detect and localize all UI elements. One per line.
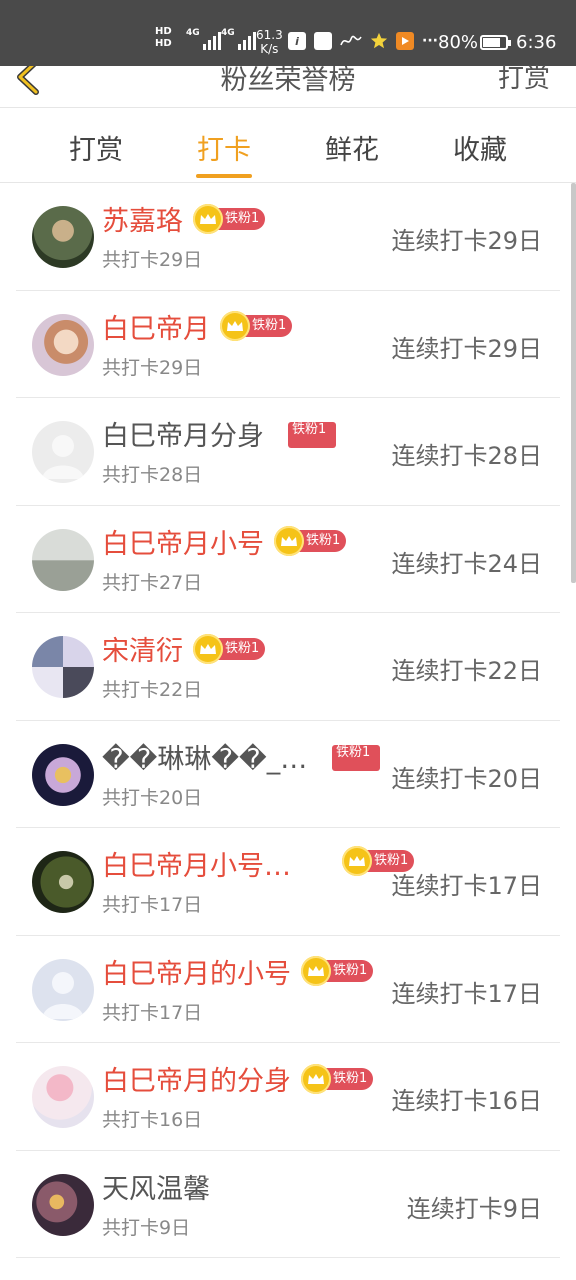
fan-name: 白巳帝月分身	[102, 421, 264, 452]
network-type-2: 4G	[221, 28, 235, 38]
streak-days: 连续打卡22日	[391, 657, 542, 685]
battery-percent: 80%	[438, 32, 479, 53]
list-item[interactable]: 白巳帝月小号… 铁粉1 共打卡17日 连续打卡17日	[16, 828, 560, 936]
avatar[interactable]	[32, 743, 94, 806]
list-item[interactable]: 宋清衍 铁粉1 共打卡22日 连续打卡22日	[16, 613, 560, 721]
streak-days: 连续打卡9日	[406, 1194, 542, 1223]
fan-level-badge: 铁粉1	[301, 1063, 374, 1094]
battery-icon	[480, 35, 511, 50]
total-checkins: 共打卡16日	[102, 1109, 203, 1131]
tab-favorites[interactable]: 收藏	[416, 108, 544, 182]
hd-label-1: HD	[155, 26, 172, 37]
signature-icon	[340, 32, 362, 50]
header: 粉丝荣誉榜 打赏	[0, 59, 576, 108]
status-bar: HD HD 4G 4G 61.3 K/s i ··· 80% 6:36	[0, 0, 576, 66]
clock: 6:36	[516, 32, 557, 53]
total-checkins: 共打卡29日	[102, 356, 203, 379]
total-checkins: 共打卡27日	[102, 571, 203, 594]
fan-level-badge: 铁粉1	[332, 744, 380, 771]
fan-name: ��琳琳��_…	[102, 743, 308, 775]
fan-level-badge: 铁粉1	[193, 203, 266, 234]
list-item[interactable]: 白巳帝月的分身 铁粉1 共打卡16日 连续打卡16日	[16, 1043, 560, 1151]
list-item[interactable]: 苏嘉珞 铁粉1 共打卡29日 连续打卡29日	[16, 183, 560, 291]
speed-value: 61.3	[256, 28, 283, 42]
crown-icon	[342, 846, 372, 876]
avatar[interactable]	[32, 1173, 94, 1236]
list-item[interactable]: 白巳帝月 铁粉1 共打卡29日 连续打卡29日	[16, 291, 560, 398]
more-notifications: ···	[422, 33, 438, 49]
fan-level-badge: 铁粉1	[220, 311, 293, 341]
signal-icon-2: 4G	[221, 28, 256, 50]
crown-icon	[301, 1063, 331, 1094]
page-title: 粉丝荣誉榜	[220, 65, 356, 96]
total-checkins: 共打卡22日	[102, 679, 203, 701]
fan-name: 宋清衍	[102, 636, 183, 667]
total-checkins: 共打卡17日	[102, 1001, 203, 1024]
crown-icon	[301, 956, 331, 986]
list-item[interactable]: 天风温馨 共打卡9日 连续打卡9日	[16, 1151, 560, 1258]
list-item[interactable]: 白巳帝月分身 铁粉1 共打卡28日 连续打卡28日	[16, 398, 560, 506]
streak-days: 连续打卡28日	[391, 442, 542, 470]
total-checkins: 共打卡20日	[102, 786, 203, 809]
list-item[interactable]: 白巳帝月小号 铁粉1 共打卡27日 连续打卡24日	[16, 506, 560, 613]
fan-level-badge: 铁粉1	[274, 526, 347, 556]
network-speed: 61.3 K/s	[256, 28, 283, 56]
avatar[interactable]	[32, 421, 94, 483]
streak-days: 连续打卡29日	[391, 334, 542, 363]
streak-days: 连续打卡29日	[391, 227, 542, 255]
fan-name: 苏嘉珞	[102, 206, 183, 237]
tab-reward[interactable]: 打赏	[32, 108, 160, 182]
streak-days: 连续打卡20日	[391, 764, 542, 793]
avatar[interactable]	[32, 206, 94, 268]
avatar[interactable]	[32, 851, 94, 913]
total-checkins: 共打卡17日	[102, 894, 203, 916]
fan-level-badge: 铁粉1	[301, 956, 374, 986]
total-checkins: 共打卡28日	[102, 464, 203, 486]
avatar[interactable]	[32, 958, 94, 1021]
hd-indicator: HD HD	[155, 26, 172, 50]
streak-days: 连续打卡17日	[391, 872, 542, 900]
network-type-1: 4G	[186, 28, 200, 38]
scrollbar[interactable]	[571, 183, 576, 583]
video-app-icon	[396, 32, 414, 50]
fan-level-badge: 铁粉1	[288, 422, 336, 448]
fan-name: 白巳帝月的分身	[102, 1066, 291, 1097]
hd-label-2: HD	[155, 38, 172, 49]
crown-icon	[220, 311, 250, 341]
fan-name: 白巳帝月	[102, 313, 210, 345]
fan-name: 白巳帝月小号	[102, 528, 264, 560]
star-icon	[370, 32, 388, 50]
tab-flowers[interactable]: 鲜花	[288, 108, 416, 182]
avatar[interactable]	[32, 313, 94, 376]
total-checkins: 共打卡9日	[102, 1216, 191, 1239]
avatar[interactable]	[32, 636, 94, 698]
streak-days: 连续打卡24日	[391, 549, 542, 578]
tab-checkin[interactable]: 打卡	[160, 108, 288, 182]
fan-name: 白巳帝月的小号	[102, 958, 291, 990]
reward-button[interactable]: 打赏	[498, 58, 550, 95]
avatar[interactable]	[32, 528, 94, 591]
avatar[interactable]	[32, 1066, 94, 1128]
notification-icons: i ···	[288, 32, 438, 50]
list-item[interactable]: ��琳琳��_… 铁粉1 共打卡20日 连续打卡20日	[16, 721, 560, 828]
streak-days: 连续打卡16日	[391, 1087, 542, 1115]
list-item[interactable]: 白巳帝月的小号 铁粉1 共打卡17日 连续打卡17日	[16, 936, 560, 1043]
default-avatar-icon	[42, 435, 84, 479]
streak-days: 连续打卡17日	[391, 979, 542, 1008]
fan-level-badge: 铁粉1	[193, 633, 266, 664]
crown-icon	[193, 633, 223, 664]
app-icon	[314, 32, 332, 50]
crown-icon	[193, 203, 223, 234]
fan-name: 天风温馨	[102, 1173, 210, 1205]
default-avatar-icon	[42, 971, 84, 1019]
crown-icon	[274, 526, 304, 556]
info-icon: i	[288, 32, 306, 50]
tab-bar: 打赏 打卡 鲜花 收藏	[0, 108, 576, 182]
signal-icon: 4G	[186, 28, 221, 50]
fan-name: 白巳帝月小号…	[102, 851, 291, 882]
total-checkins: 共打卡29日	[102, 249, 203, 271]
checkin-ranking-list: 苏嘉珞 铁粉1 共打卡29日 连续打卡29日 白巳帝月 铁粉1 共打卡29日 连…	[16, 183, 560, 1258]
speed-unit: K/s	[260, 42, 279, 56]
